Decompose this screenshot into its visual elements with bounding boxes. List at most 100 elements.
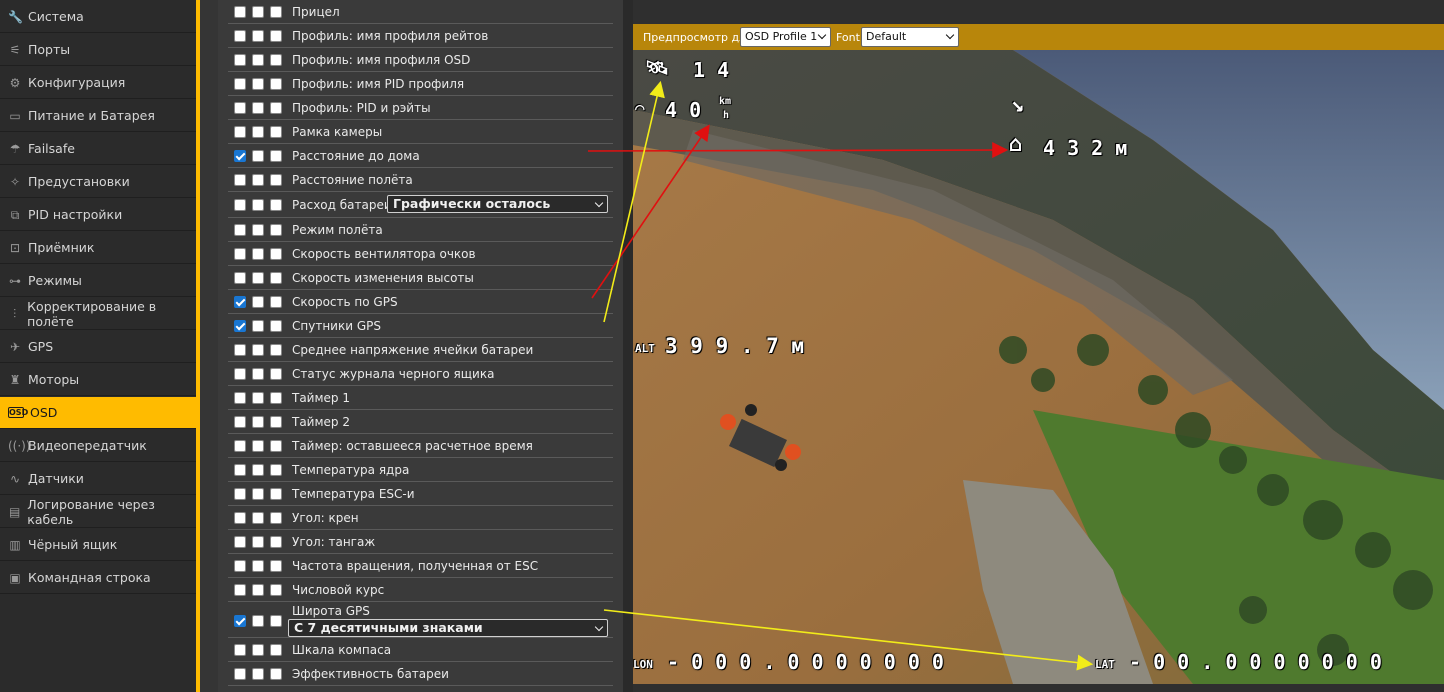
sidebar-item-3[interactable]: ▭ Питание и Батарея: [0, 100, 196, 132]
profile-checkbox-3[interactable]: [270, 248, 282, 260]
profile-checkbox-1[interactable]: [234, 248, 246, 260]
profile-checkbox-1[interactable]: [234, 102, 246, 114]
profile-checkbox-1[interactable]: [234, 560, 246, 572]
profile-checkbox-2[interactable]: [252, 668, 264, 680]
profile-checkbox-3[interactable]: [270, 392, 282, 404]
sidebar-item-0[interactable]: 🔧 Система: [0, 1, 196, 33]
profile-checkbox-1[interactable]: [234, 368, 246, 380]
profile-checkbox-3[interactable]: [270, 368, 282, 380]
profile-checkbox-2[interactable]: [252, 272, 264, 284]
profile-checkbox-2[interactable]: [252, 368, 264, 380]
profile-checkbox-1[interactable]: [234, 488, 246, 500]
sidebar-item-7[interactable]: ⊡ Приёмник: [0, 232, 196, 264]
profile-checkbox-2[interactable]: [252, 248, 264, 260]
sidebar-item-4[interactable]: ☂ Failsafe: [0, 133, 196, 165]
profile-checkbox-1[interactable]: [234, 668, 246, 680]
profile-checkbox-2[interactable]: [252, 126, 264, 138]
profile-checkbox-2[interactable]: [252, 615, 264, 627]
sidebar-item-15[interactable]: ▤ Логирование через кабель: [0, 496, 196, 528]
profile-checkbox-1[interactable]: [234, 199, 246, 211]
profile-checkbox-1[interactable]: [234, 644, 246, 656]
profile-checkbox-3[interactable]: [270, 440, 282, 452]
profile-checkbox-1[interactable]: [234, 6, 246, 18]
profile-checkbox-1[interactable]: [234, 392, 246, 404]
profile-checkbox-1[interactable]: [234, 174, 246, 186]
profile-checkbox-3[interactable]: [270, 615, 282, 627]
profile-checkbox-2[interactable]: [252, 224, 264, 236]
osd-profile-select[interactable]: OSD Profile 1: [740, 27, 831, 47]
profile-checkbox-3[interactable]: [270, 536, 282, 548]
profile-checkbox-3[interactable]: [270, 320, 282, 332]
profile-checkbox-2[interactable]: [252, 296, 264, 308]
profile-checkbox-2[interactable]: [252, 416, 264, 428]
profile-checkbox-3[interactable]: [270, 464, 282, 476]
profile-checkbox-3[interactable]: [270, 668, 282, 680]
sidebar-item-10[interactable]: ✈ GPS: [0, 331, 196, 363]
profile-checkbox-3[interactable]: [270, 174, 282, 186]
profile-checkbox-3[interactable]: [270, 584, 282, 596]
profile-checkbox-3[interactable]: [270, 6, 282, 18]
profile-checkbox-2[interactable]: [252, 102, 264, 114]
profile-checkbox-3[interactable]: [270, 644, 282, 656]
profile-checkbox-1[interactable]: [234, 126, 246, 138]
profile-checkbox-1[interactable]: [234, 512, 246, 524]
profile-checkbox-3[interactable]: [270, 272, 282, 284]
profile-checkbox-1[interactable]: [234, 54, 246, 66]
profile-checkbox-3[interactable]: [270, 560, 282, 572]
profile-checkbox-2[interactable]: [252, 6, 264, 18]
profile-checkbox-1[interactable]: [234, 584, 246, 596]
profile-checkbox-1[interactable]: [234, 150, 246, 162]
profile-checkbox-3[interactable]: [270, 488, 282, 500]
sidebar-item-17[interactable]: ▣ Командная строка: [0, 562, 196, 594]
profile-checkbox-1[interactable]: [234, 536, 246, 548]
profile-checkbox-1[interactable]: [234, 224, 246, 236]
profile-checkbox-2[interactable]: [252, 644, 264, 656]
profile-checkbox-2[interactable]: [252, 54, 264, 66]
profile-checkbox-3[interactable]: [270, 199, 282, 211]
profile-checkbox-3[interactable]: [270, 296, 282, 308]
profile-checkbox-1[interactable]: [234, 615, 246, 627]
sidebar-item-8[interactable]: ⊶ Режимы: [0, 265, 196, 297]
osd-variant-select[interactable]: Графически осталось: [387, 195, 608, 213]
profile-checkbox-2[interactable]: [252, 344, 264, 356]
profile-checkbox-2[interactable]: [252, 488, 264, 500]
profile-checkbox-2[interactable]: [252, 440, 264, 452]
profile-checkbox-2[interactable]: [252, 584, 264, 596]
profile-checkbox-1[interactable]: [234, 440, 246, 452]
profile-checkbox-2[interactable]: [252, 174, 264, 186]
profile-checkbox-3[interactable]: [270, 78, 282, 90]
profile-checkbox-3[interactable]: [270, 150, 282, 162]
profile-checkbox-1[interactable]: [234, 78, 246, 90]
font-select[interactable]: Default: [861, 27, 959, 47]
profile-checkbox-2[interactable]: [252, 464, 264, 476]
profile-checkbox-1[interactable]: [234, 464, 246, 476]
profile-checkbox-1[interactable]: [234, 30, 246, 42]
sidebar-item-11[interactable]: ♜ Моторы: [0, 364, 196, 396]
list-scrollbar[interactable]: [623, 0, 633, 692]
sidebar-item-12[interactable]: OSD OSD: [0, 397, 196, 429]
osd-variant-select[interactable]: С 7 десятичными знаками: [288, 619, 608, 637]
profile-checkbox-2[interactable]: [252, 320, 264, 332]
profile-checkbox-3[interactable]: [270, 344, 282, 356]
sidebar-item-2[interactable]: ⚙ Конфигурация: [0, 67, 196, 99]
profile-checkbox-3[interactable]: [270, 30, 282, 42]
profile-checkbox-2[interactable]: [252, 560, 264, 572]
profile-checkbox-3[interactable]: [270, 54, 282, 66]
profile-checkbox-3[interactable]: [270, 102, 282, 114]
profile-checkbox-2[interactable]: [252, 392, 264, 404]
sidebar-item-6[interactable]: ⧉ PID настройки: [0, 199, 196, 231]
profile-checkbox-2[interactable]: [252, 30, 264, 42]
profile-checkbox-3[interactable]: [270, 126, 282, 138]
profile-checkbox-3[interactable]: [270, 512, 282, 524]
sidebar-item-5[interactable]: ✧ Предустановки: [0, 166, 196, 198]
profile-checkbox-2[interactable]: [252, 150, 264, 162]
profile-checkbox-3[interactable]: [270, 416, 282, 428]
profile-checkbox-3[interactable]: [270, 224, 282, 236]
profile-checkbox-2[interactable]: [252, 78, 264, 90]
profile-checkbox-1[interactable]: [234, 344, 246, 356]
profile-checkbox-1[interactable]: [234, 296, 246, 308]
profile-checkbox-2[interactable]: [252, 199, 264, 211]
profile-checkbox-1[interactable]: [234, 416, 246, 428]
sidebar-item-13[interactable]: ((·)) Видеопередатчик: [0, 430, 196, 462]
sidebar-item-1[interactable]: ⚟ Порты: [0, 34, 196, 66]
